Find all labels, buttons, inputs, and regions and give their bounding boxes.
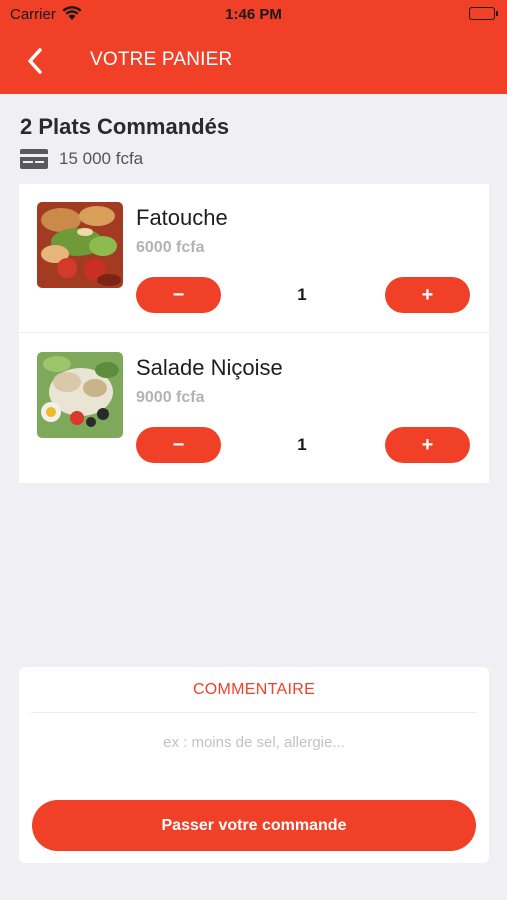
- back-chevron-icon[interactable]: [22, 44, 52, 78]
- credit-card-icon: [20, 149, 48, 174]
- increase-quantity-button[interactable]: +: [385, 427, 470, 463]
- dish-photo-salade-nicoise: [37, 352, 123, 438]
- dish-photo-fatouche: [37, 202, 123, 288]
- divider: [31, 712, 477, 713]
- comment-label: COMMENTAIRE: [192, 681, 316, 698]
- comment-input[interactable]: [31, 727, 477, 757]
- increase-quantity-button[interactable]: +: [385, 277, 470, 313]
- quantity-value: 1: [297, 435, 307, 454]
- cart-item: Salade Niçoise 9000 fcfa − 1 +: [19, 334, 489, 483]
- cart-item: Fatouche 6000 fcfa − 1 +: [19, 184, 489, 333]
- clock: 1:46 PM: [225, 6, 282, 23]
- decrease-quantity-button[interactable]: −: [136, 427, 221, 463]
- status-bar: Carrier 1:46 PM: [0, 0, 507, 28]
- cart-list: Fatouche 6000 fcfa − 1 + Salade Niçoise …: [19, 184, 489, 483]
- comment-card: COMMENTAIRE Passer votre commande: [19, 667, 489, 863]
- battery-icon: [469, 7, 498, 20]
- top-app-bar: VOTRE PANIER: [0, 28, 507, 94]
- dish-name: Fatouche: [136, 205, 228, 230]
- order-total-amount: 15 000 fcfa: [59, 149, 144, 168]
- decrease-quantity-button[interactable]: −: [136, 277, 221, 313]
- dish-price: 9000 fcfa: [136, 389, 205, 406]
- quantity-value: 1: [297, 285, 307, 304]
- page-title: VOTRE PANIER: [90, 49, 233, 70]
- dish-price: 6000 fcfa: [136, 239, 205, 256]
- order-count-heading: 2 Plats Commandés: [20, 114, 230, 139]
- place-order-button[interactable]: Passer votre commande: [32, 800, 476, 851]
- dish-name: Salade Niçoise: [136, 355, 283, 380]
